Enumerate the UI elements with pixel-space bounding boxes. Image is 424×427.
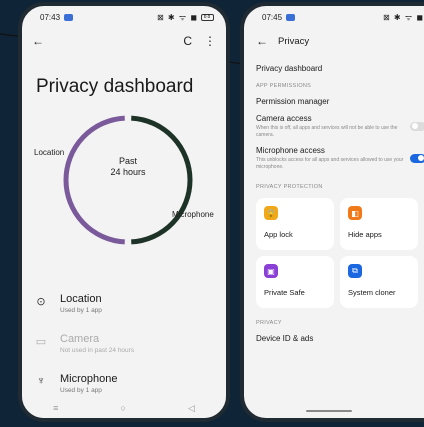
phone-privacy-settings: 07:45 ⊠ ✱ ᯤ ◼ ← Privacy Privacy dashboar… (240, 2, 424, 422)
camera-access-title: Camera access (256, 114, 312, 123)
permission-row-location[interactable]: ⊙ Location Used by 1 app (22, 286, 226, 326)
camera-access-toggle[interactable] (410, 121, 424, 131)
app-bar: ← Privacy (244, 28, 424, 54)
microphone-access-title: Microphone access (256, 146, 325, 155)
lock-icon: 🔒 (264, 206, 278, 220)
status-bar: 07:45 ⊠ ✱ ᯤ ◼ (244, 6, 424, 28)
tile-label: Hide apps (348, 230, 382, 239)
ring-label-microphone: Microphone (172, 210, 214, 219)
location-icon: ⊙ (36, 296, 46, 308)
camera-access-desc: When this is off, all apps and services … (256, 125, 398, 138)
permission-title: Location (60, 293, 102, 305)
permission-subtitle: Used by 1 app (60, 387, 102, 394)
more-options-icon[interactable]: ⋮ (204, 35, 216, 47)
status-bar: 07:43 ⊠ ✱ ᯤ ◼ 88 (22, 6, 226, 28)
back-arrow-icon[interactable]: ← (256, 35, 268, 47)
permission-subtitle: Used by 1 app (60, 307, 102, 314)
ring-segment-microphone[interactable] (131, 115, 193, 245)
section-privacy: PRIVACY (256, 320, 282, 326)
permission-row-camera[interactable]: ▭ Camera Not used in past 24 hours (22, 326, 226, 366)
tile-system-cloner[interactable]: ⧉ System cloner (340, 256, 418, 308)
status-time: 07:45 (262, 12, 283, 22)
status-icons: ⊠ ✱ ᯤ ◼ (156, 12, 198, 22)
privacy-dashboard-item[interactable]: Privacy dashboard (256, 54, 424, 77)
tile-label: System cloner (348, 288, 396, 297)
phone-privacy-dashboard: 07:43 ⊠ ✱ ᯤ ◼ 88 ← C ⋮ Privacy dashboard… (18, 2, 230, 422)
usage-ring (63, 115, 193, 245)
tile-app-lock[interactable]: 🔒 App lock (256, 198, 334, 250)
permission-subtitle: Not used in past 24 hours (60, 347, 135, 354)
permission-manager-item[interactable]: Permission manager (256, 93, 424, 110)
notification-icon (286, 13, 296, 21)
ring-center-label: Past 24 hours (78, 156, 178, 178)
ring-segment-location[interactable] (63, 115, 125, 245)
ring-center-bottom: 24 hours (110, 167, 146, 177)
notification-icon (64, 13, 74, 21)
microphone-access-toggle[interactable] (410, 153, 424, 163)
home-icon[interactable]: ○ (120, 403, 125, 413)
page-title: Privacy dashboard (36, 76, 194, 97)
camera-access-row[interactable]: Camera access When this is off, all apps… (256, 110, 424, 142)
tile-private-safe[interactable]: ▣ Private Safe (256, 256, 334, 308)
back-arrow-icon[interactable]: ← (32, 35, 44, 47)
ring-center-top: Past (118, 156, 137, 166)
hide-apps-icon: ◧ (348, 206, 362, 220)
tile-label: Private Safe (264, 288, 305, 297)
refresh-icon[interactable]: C (183, 35, 192, 47)
safe-icon: ▣ (264, 264, 278, 278)
permission-title: Camera (60, 333, 100, 345)
status-time: 07:43 (40, 12, 61, 22)
usage-ring-chart: Location Past 24 hours Microphone (22, 112, 226, 272)
battery-icon: 88 (201, 13, 214, 21)
permission-list: ⊙ Location Used by 1 app ▭ Camera Not us… (22, 286, 226, 406)
tile-label: App lock (264, 230, 293, 239)
permission-title: Microphone (60, 373, 118, 385)
microphone-icon: ♆ (36, 375, 46, 387)
microphone-access-row[interactable]: Microphone access This unblocks access f… (256, 142, 424, 174)
microphone-access-desc: This unblocks access for all apps and se… (256, 157, 404, 170)
tile-hide-apps[interactable]: ◧ Hide apps (340, 198, 418, 250)
system-nav-bar: ≡ ○ ◁ (22, 398, 226, 418)
camera-icon: ▭ (35, 336, 47, 348)
status-icons: ⊠ ✱ ᯤ ◼ (382, 12, 424, 22)
section-app-permissions: APP PERMISSIONS (256, 83, 312, 89)
recents-icon[interactable]: ≡ (53, 403, 58, 413)
protection-tiles: 🔒 App lock ◧ Hide apps ▣ Private Safe ⧉ … (256, 198, 424, 308)
page-title: Privacy (278, 35, 310, 47)
section-privacy-protection: PRIVACY PROTECTION (256, 184, 323, 190)
cloner-icon: ⧉ (348, 264, 362, 278)
gesture-bar (306, 410, 352, 412)
device-id-ads-item[interactable]: Device ID & ads (256, 330, 424, 347)
app-bar: ← C ⋮ (22, 28, 226, 54)
nav-back-icon[interactable]: ◁ (188, 403, 195, 414)
